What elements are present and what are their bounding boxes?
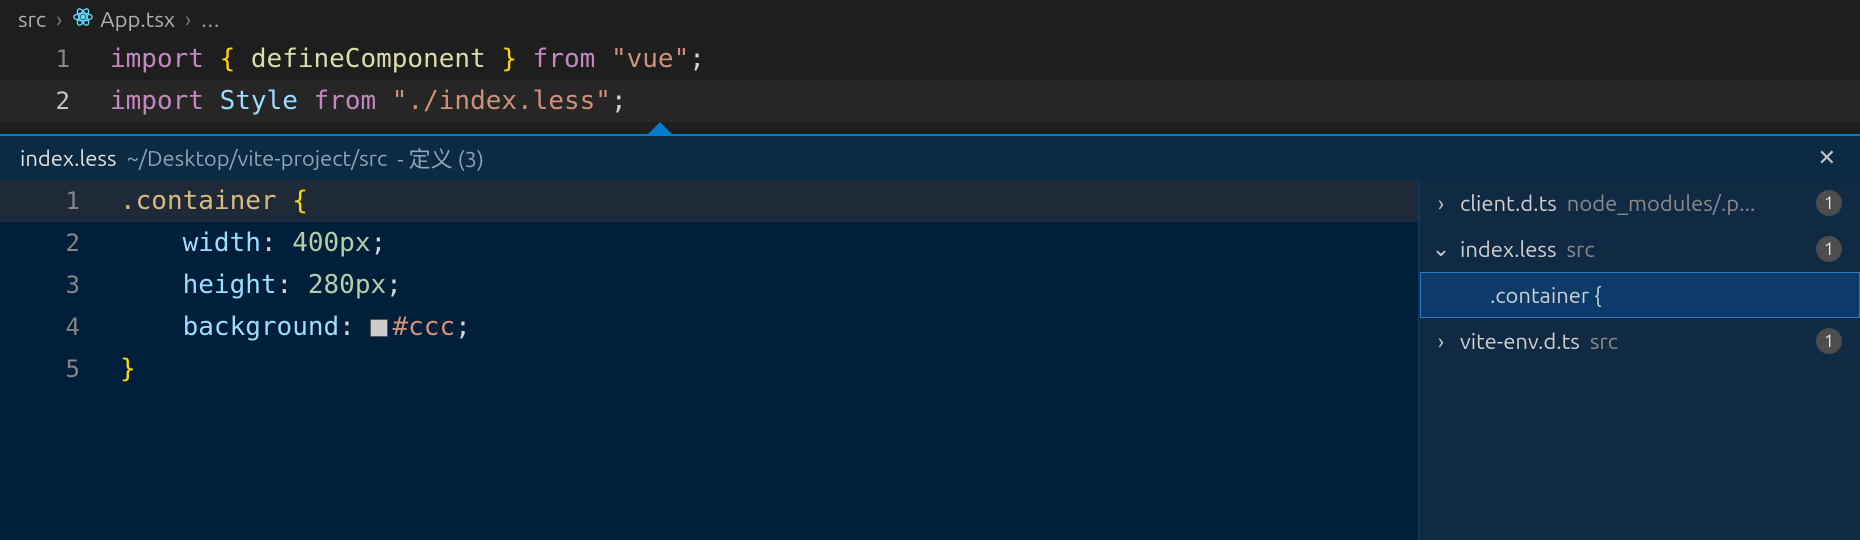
peek-file-name: index.less	[20, 146, 117, 171]
breadcrumb-label: App.tsx	[100, 7, 175, 32]
code-line[interactable]: 1import { defineComponent } from "vue";	[0, 38, 1860, 80]
reference-path: node_modules/.p...	[1567, 191, 1756, 216]
code-line[interactable]: 2import Style from "./index.less";	[0, 80, 1860, 122]
reference-name: index.less	[1460, 237, 1557, 262]
chevron-right-icon: ›	[56, 7, 62, 32]
breadcrumb-label: ...	[201, 7, 220, 32]
line-number: 5	[0, 348, 120, 390]
color-swatch-icon[interactable]	[370, 319, 388, 337]
peek-caret-icon	[648, 122, 672, 134]
peek-view: index.less ~/Desktop/vite-project/src - …	[0, 134, 1860, 540]
reference-name: client.d.ts	[1460, 191, 1557, 216]
reference-name: vite-env.d.ts	[1460, 329, 1580, 354]
line-number: 4	[0, 306, 120, 348]
code-content[interactable]: import { defineComponent } from "vue";	[110, 38, 705, 80]
code-editor[interactable]: 1import { defineComponent } from "vue";2…	[0, 38, 1860, 122]
peek-code-editor[interactable]: 1.container {2 width: 400px;3 height: 28…	[0, 180, 1418, 540]
code-content[interactable]: .container {	[120, 180, 308, 222]
count-badge: 1	[1816, 328, 1842, 354]
code-line[interactable]: 5}	[0, 348, 1418, 390]
breadcrumb-item-src[interactable]: src	[18, 7, 46, 32]
reference-path: src	[1590, 329, 1618, 354]
peek-header: index.less ~/Desktop/vite-project/src - …	[0, 136, 1860, 180]
peek-body: 1.container {2 width: 400px;3 height: 28…	[0, 180, 1860, 540]
reference-result[interactable]: .container {	[1420, 272, 1860, 318]
peek-suffix: - 定义 (3)	[397, 142, 484, 174]
reference-file[interactable]: › client.d.ts node_modules/.p... 1	[1420, 180, 1860, 226]
chevron-down-icon[interactable]: ⌄	[1432, 236, 1450, 262]
count-badge: 1	[1816, 236, 1842, 262]
code-content[interactable]: width: 400px;	[120, 222, 386, 264]
line-number: 1	[0, 180, 120, 222]
line-number: 3	[0, 264, 120, 306]
breadcrumb-item-file[interactable]: App.tsx	[72, 6, 175, 33]
reference-path: src	[1567, 237, 1595, 262]
line-number: 1	[0, 38, 110, 80]
reference-file[interactable]: › vite-env.d.ts src 1	[1420, 318, 1860, 364]
line-number: 2	[0, 80, 110, 122]
editor-root: src › App.tsx › ... 1import { defineComp…	[0, 0, 1860, 540]
breadcrumb-item-more[interactable]: ...	[201, 7, 220, 32]
chevron-right-icon: ›	[185, 7, 191, 32]
chevron-right-icon[interactable]: ›	[1432, 329, 1450, 354]
code-line[interactable]: 4 background: #ccc;	[0, 306, 1418, 348]
react-icon	[72, 6, 94, 33]
line-number: 2	[0, 222, 120, 264]
reference-file[interactable]: ⌄ index.less src 1	[1420, 226, 1860, 272]
close-icon[interactable]: ✕	[1814, 141, 1840, 175]
code-line[interactable]: 3 height: 280px;	[0, 264, 1418, 306]
reference-name: .container {	[1490, 283, 1601, 308]
code-line[interactable]: 2 width: 400px;	[0, 222, 1418, 264]
breadcrumb-label: src	[18, 7, 46, 32]
chevron-right-icon[interactable]: ›	[1432, 191, 1450, 216]
code-content[interactable]: background: #ccc;	[120, 306, 471, 348]
breadcrumb[interactable]: src › App.tsx › ...	[0, 0, 1860, 38]
peek-references-list[interactable]: › client.d.ts node_modules/.p... 1 ⌄ index.le…	[1418, 180, 1860, 540]
peek-file-path: ~/Desktop/vite-project/src	[127, 146, 388, 171]
code-content[interactable]: import Style from "./index.less";	[110, 80, 627, 122]
code-content[interactable]: }	[120, 348, 136, 390]
count-badge: 1	[1816, 190, 1842, 216]
code-content[interactable]: height: 280px;	[120, 264, 402, 306]
code-line[interactable]: 1.container {	[0, 180, 1418, 222]
peek-caret-row	[0, 122, 1860, 134]
